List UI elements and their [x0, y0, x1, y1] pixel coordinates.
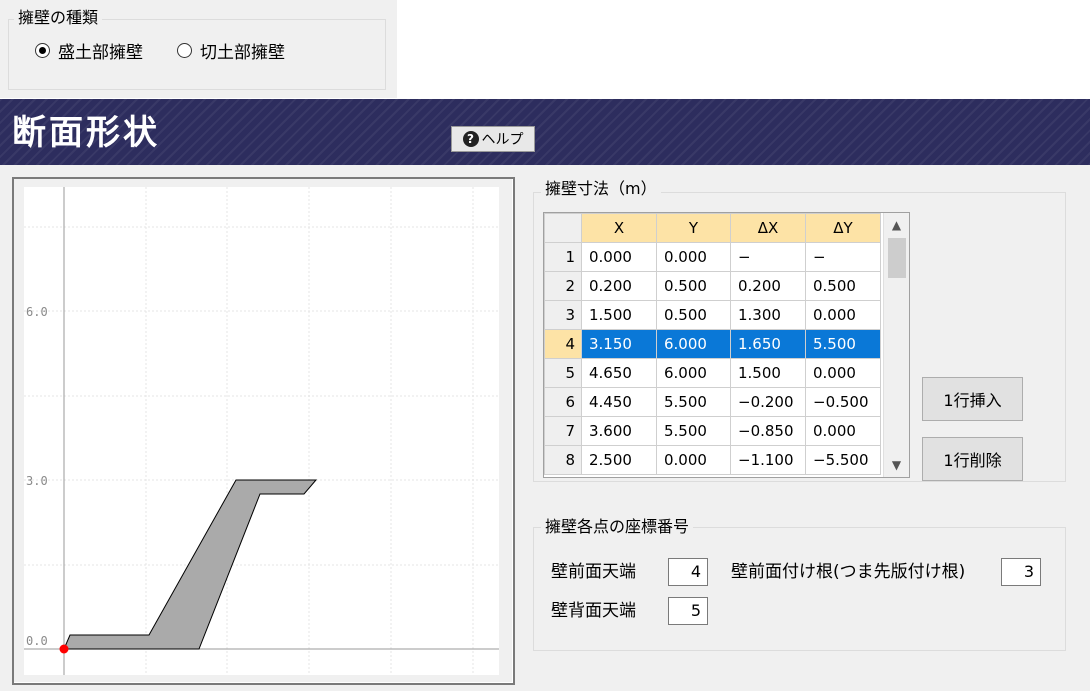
- row-number[interactable]: 3: [544, 300, 582, 330]
- cell-x[interactable]: 1.500: [581, 300, 657, 330]
- table-row[interactable]: 2 0.200 0.500 0.200 0.500: [544, 271, 881, 301]
- table-row[interactable]: 3 1.500 0.500 1.300 0.000: [544, 300, 881, 330]
- dimensions-grid[interactable]: X Y ΔX ΔY 1 0.000 0.000 − − 2 0.200 0.50: [543, 212, 910, 478]
- table-row[interactable]: 8 2.500 0.000 −1.100 −5.500: [544, 445, 881, 475]
- row-number[interactable]: 5: [544, 358, 582, 388]
- cell-x[interactable]: 3.600: [581, 416, 657, 446]
- cell-dy[interactable]: 0.500: [805, 271, 881, 301]
- cell-dx[interactable]: −: [730, 242, 806, 272]
- cell-y[interactable]: 5.500: [656, 416, 731, 446]
- column-header-dy[interactable]: ΔY: [805, 213, 881, 243]
- main-panel: 6.0 3.0 0.0 擁壁寸法（m） X Y ΔX ΔY 1 0.000 0.…: [0, 165, 1090, 691]
- row-number[interactable]: 2: [544, 271, 582, 301]
- table-row[interactable]: 5 4.650 6.000 1.500 0.000: [544, 358, 881, 388]
- row-number[interactable]: 8: [544, 445, 582, 475]
- radio-cut-wall[interactable]: 切土部擁壁: [177, 38, 285, 63]
- column-header-dx[interactable]: ΔX: [730, 213, 806, 243]
- cross-section-plot: 6.0 3.0 0.0: [24, 187, 499, 675]
- section-title: 断面形状: [12, 113, 160, 153]
- origin-point-marker: [59, 644, 69, 654]
- table-header-row: X Y ΔX ΔY: [544, 213, 881, 243]
- cell-dy[interactable]: 5.500: [805, 329, 881, 359]
- radio-checked-icon[interactable]: [35, 43, 50, 58]
- cell-dy[interactable]: 0.000: [805, 416, 881, 446]
- cell-dx[interactable]: 0.200: [730, 271, 806, 301]
- cell-dy[interactable]: −5.500: [805, 445, 881, 475]
- front-root-input[interactable]: 3: [1001, 558, 1041, 586]
- cell-dx[interactable]: −0.850: [730, 416, 806, 446]
- cell-dy[interactable]: −: [805, 242, 881, 272]
- scroll-down-arrow-icon[interactable]: ▼: [884, 453, 909, 477]
- cell-y[interactable]: 5.500: [656, 387, 731, 417]
- cell-y[interactable]: 0.500: [656, 271, 731, 301]
- section-header-banner: 断面形状 ? ヘルプ: [0, 99, 1090, 165]
- front-root-label: 壁前面付け根(つま先版付け根): [731, 562, 966, 582]
- front-top-label: 壁前面天端: [551, 562, 636, 582]
- radio-cut-wall-label[interactable]: 切土部擁壁: [200, 38, 285, 63]
- radio-fill-wall[interactable]: 盛土部擁壁: [35, 38, 143, 63]
- cell-dx[interactable]: 1.500: [730, 358, 806, 388]
- table-row[interactable]: 7 3.600 5.500 −0.850 0.000: [544, 416, 881, 446]
- cell-dy[interactable]: −0.500: [805, 387, 881, 417]
- row-number[interactable]: 7: [544, 416, 582, 446]
- radio-unchecked-icon[interactable]: [177, 43, 192, 58]
- delete-row-button[interactable]: 1行削除: [922, 437, 1023, 481]
- back-top-label: 壁背面天端: [551, 601, 636, 621]
- cell-x[interactable]: 2.500: [581, 445, 657, 475]
- y-tick-label: 6.0: [26, 305, 48, 319]
- column-header-x[interactable]: X: [581, 213, 657, 243]
- cell-x[interactable]: 0.200: [581, 271, 657, 301]
- help-button[interactable]: ? ヘルプ: [451, 126, 535, 152]
- cell-dx[interactable]: −0.200: [730, 387, 806, 417]
- wall-dimensions-title: 擁壁寸法（m）: [541, 179, 661, 199]
- front-top-input[interactable]: 4: [668, 558, 708, 586]
- wall-type-radio-row: 盛土部擁壁 切土部擁壁: [35, 38, 319, 63]
- row-number[interactable]: 1: [544, 242, 582, 272]
- cell-dy[interactable]: 0.000: [805, 358, 881, 388]
- table-row-selected[interactable]: 4 3.150 6.000 1.650 5.500: [544, 329, 881, 359]
- help-button-label: ヘルプ: [481, 132, 524, 148]
- y-tick-label: 0.0: [26, 634, 48, 648]
- cell-dx[interactable]: −1.100: [730, 445, 806, 475]
- table-row[interactable]: 6 4.450 5.500 −0.200 −0.500: [544, 387, 881, 417]
- wall-type-group: 擁壁の種類 盛土部擁壁 切土部擁壁: [0, 0, 397, 98]
- cell-dx[interactable]: 1.300: [730, 300, 806, 330]
- question-circle-icon: ?: [462, 131, 479, 147]
- grid-vertical-scrollbar[interactable]: ▲ ▼: [883, 213, 909, 477]
- scroll-up-arrow-icon[interactable]: ▲: [884, 213, 909, 237]
- row-number[interactable]: 6: [544, 387, 582, 417]
- corner-cell: [544, 213, 582, 243]
- cell-y[interactable]: 6.000: [656, 329, 731, 359]
- cell-y[interactable]: 0.000: [656, 242, 731, 272]
- coordinate-numbers-group: [533, 527, 1066, 651]
- cell-dy[interactable]: 0.000: [805, 300, 881, 330]
- cell-x[interactable]: 4.450: [581, 387, 657, 417]
- coordinate-numbers-title: 擁壁各点の座標番号: [541, 517, 694, 537]
- y-tick-label: 3.0: [26, 474, 48, 488]
- radio-fill-wall-label[interactable]: 盛土部擁壁: [58, 38, 143, 63]
- back-top-input[interactable]: 5: [668, 597, 708, 625]
- cell-x[interactable]: 3.150: [581, 329, 657, 359]
- row-number[interactable]: 4: [544, 329, 582, 359]
- cell-x[interactable]: 0.000: [581, 242, 657, 272]
- insert-row-button[interactable]: 1行挿入: [922, 377, 1023, 421]
- dimensions-table: X Y ΔX ΔY 1 0.000 0.000 − − 2 0.200 0.50: [544, 213, 881, 475]
- plot-background: [24, 187, 499, 675]
- cross-section-plot-frame: 6.0 3.0 0.0: [12, 177, 515, 685]
- table-row[interactable]: 1 0.000 0.000 − −: [544, 242, 881, 272]
- cell-dx[interactable]: 1.650: [730, 329, 806, 359]
- cell-x[interactable]: 4.650: [581, 358, 657, 388]
- cell-y[interactable]: 0.500: [656, 300, 731, 330]
- cell-y[interactable]: 6.000: [656, 358, 731, 388]
- column-header-y[interactable]: Y: [656, 213, 731, 243]
- scrollbar-thumb[interactable]: [888, 238, 906, 278]
- wall-type-title: 擁壁の種類: [14, 8, 103, 28]
- cell-y[interactable]: 0.000: [656, 445, 731, 475]
